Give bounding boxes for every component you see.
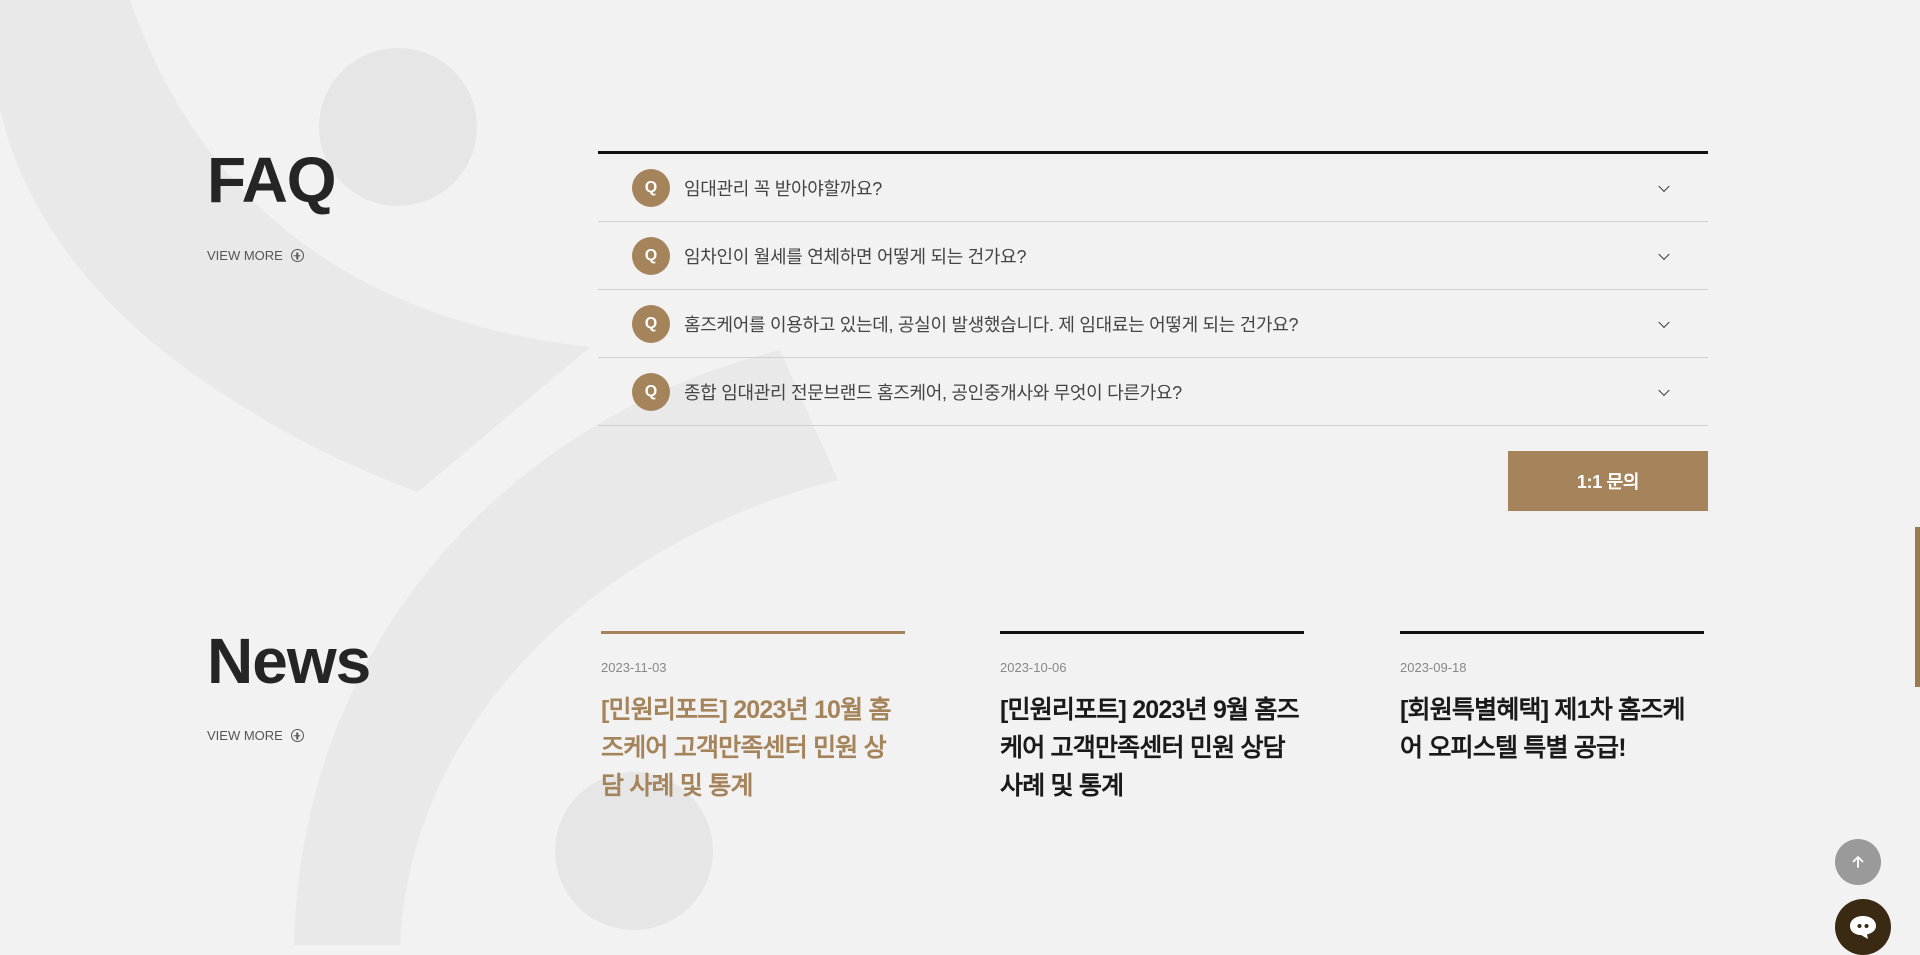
q-badge: Q (632, 304, 670, 343)
news-card-bar (1000, 631, 1304, 634)
news-title: News (207, 625, 371, 697)
chat-button[interactable] (1835, 899, 1891, 955)
news-title: [민원리포트] 2023년 10월 홈즈케어 고객만족센터 민원 상담 사례 및… (601, 696, 892, 800)
news-date: 2023-09-18 (1400, 660, 1467, 675)
q-badge: Q (632, 236, 670, 275)
chevron-down-icon (1658, 248, 1670, 260)
plus-circle-icon (290, 729, 304, 742)
faq-item[interactable]: Q 임차인이 월세를 연체하면 어떻게 되는 건가요? (598, 222, 1708, 290)
scrollbar-thumb[interactable] (1915, 527, 1920, 687)
news-card[interactable]: 2023-11-03 [민원리포트] 2023년 10월 홈즈케어 고객만족센터… (601, 631, 905, 805)
faq-item[interactable]: Q 임대관리 꼭 받아야할까요? (598, 154, 1708, 222)
news-view-more-label: VIEW MORE (207, 728, 283, 743)
news-date: 2023-10-06 (1000, 660, 1067, 675)
faq-question: 종합 임대관리 전문브랜드 홈즈케어, 공인중개사와 무엇이 다른가요? (684, 382, 1182, 403)
chevron-down-icon (1658, 384, 1670, 396)
faq-item[interactable]: Q 종합 임대관리 전문브랜드 홈즈케어, 공인중개사와 무엇이 다른가요? (598, 358, 1708, 426)
arrow-up-icon (1852, 856, 1864, 868)
q-badge: Q (632, 168, 670, 207)
plus-circle-icon (290, 249, 304, 262)
chat-bubble-icon (1850, 916, 1876, 939)
faq-question: 홈즈케어를 이용하고 있는데, 공실이 발생했습니다. 제 임대료는 어떻게 되… (684, 314, 1299, 335)
q-badge: Q (632, 372, 670, 411)
news-card-bar (1400, 631, 1704, 634)
news-date: 2023-11-03 (601, 660, 667, 675)
chevron-down-icon (1658, 316, 1670, 328)
faq-title: FAQ (207, 144, 337, 216)
news-title: [회원특별혜택] 제1차 홈즈케어 오피스텔 특별 공급! (1400, 696, 1685, 762)
faq-item[interactable]: Q 홈즈케어를 이용하고 있는데, 공실이 발생했습니다. 제 임대료는 어떻게… (598, 290, 1708, 358)
news-card[interactable]: 2023-10-06 [민원리포트] 2023년 9월 홈즈케어 고객만족센터 … (1000, 631, 1304, 805)
faq-list: Q 임대관리 꼭 받아야할까요? Q 임차인이 월세를 연체하면 어떻게 되는 … (598, 151, 1708, 426)
news-view-more-link[interactable]: VIEW MORE (207, 728, 304, 743)
faq-question: 임대관리 꼭 받아야할까요? (684, 178, 882, 199)
news-card[interactable]: 2023-09-18 [회원특별혜택] 제1차 홈즈케어 오피스텔 특별 공급! (1400, 631, 1704, 767)
news-title: [민원리포트] 2023년 9월 홈즈케어 고객만족센터 민원 상담 사례 및 … (1000, 696, 1300, 800)
news-card-bar (601, 631, 905, 634)
faq-view-more-link[interactable]: VIEW MORE (207, 248, 304, 263)
scroll-to-top-button[interactable] (1835, 839, 1881, 885)
faq-question: 임차인이 월세를 연체하면 어떻게 되는 건가요? (684, 246, 1027, 267)
faq-view-more-label: VIEW MORE (207, 248, 283, 263)
inquiry-button[interactable]: 1:1 문의 (1508, 451, 1708, 511)
chevron-down-icon (1658, 180, 1670, 192)
